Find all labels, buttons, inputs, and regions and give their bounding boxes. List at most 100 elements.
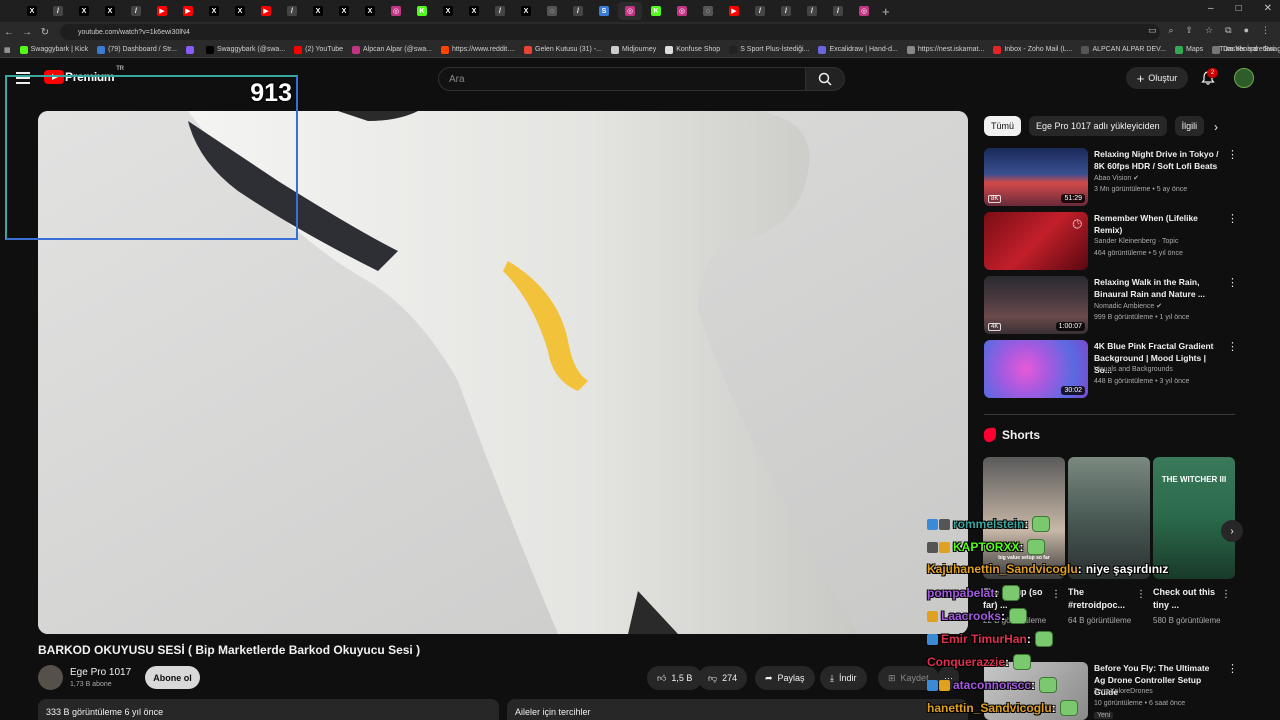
short-title[interactable]: Check out this tiny ... <box>1153 586 1225 612</box>
video-thumbnail[interactable]: 🕒︎ <box>984 212 1088 270</box>
browser-tab[interactable]: X <box>306 2 330 20</box>
browser-tab[interactable]: X <box>20 2 44 20</box>
recommendation-title[interactable]: Relaxing Walk in the Rain, Binaural Rain… <box>1094 276 1222 300</box>
browser-tab[interactable]: ◌ <box>540 2 564 20</box>
bookmark-item[interactable]: Swaggybark (@swa... <box>205 45 285 54</box>
search-button[interactable] <box>805 67 845 91</box>
short-title[interactable]: The #retroidpoc... <box>1068 586 1140 612</box>
browser-tab[interactable]: ◎ <box>384 2 408 20</box>
filter-chip[interactable]: Tümü <box>984 116 1022 136</box>
like-button[interactable]: 👍︎ 1,5 B <box>647 666 703 690</box>
browser-tab[interactable]: / <box>46 2 70 20</box>
bookmark-item[interactable]: ALPCAN ALPAR DEV... <box>1081 45 1166 54</box>
bookmark-item[interactable]: Midjourney <box>610 45 656 54</box>
share-button[interactable]: ➦ Paylaş <box>755 666 815 690</box>
subscribe-button[interactable]: Abone ol <box>145 666 200 689</box>
user-avatar[interactable] <box>1234 68 1254 88</box>
bookmark-item[interactable] <box>185 45 197 54</box>
bookmark-item[interactable]: Inbox - Zoho Mail (L... <box>993 45 1072 54</box>
cast-icon[interactable]: ▭ <box>1148 25 1157 36</box>
browser-tab[interactable]: ◎ <box>670 2 694 20</box>
url-bar[interactable]: youtube.com/watch?v=1k6ewi30lN4 <box>60 24 1160 40</box>
forward-arrow-icon[interactable]: → <box>18 27 36 38</box>
browser-tab[interactable]: K <box>644 2 668 20</box>
browser-tab[interactable]: ◌ <box>696 2 720 20</box>
more-options-icon[interactable]: ⋮ <box>1221 589 1231 600</box>
bookmark-item[interactable]: (79) Dashboard / Str... <box>97 45 177 54</box>
recommendation-title[interactable]: Remember When (Lifelike Remix) <box>1094 212 1222 236</box>
browser-tab[interactable]: X <box>228 2 252 20</box>
more-options-icon[interactable]: ⋮ <box>1227 340 1238 353</box>
video-thumbnail[interactable]: 30:02 <box>984 340 1088 398</box>
video-thumbnail[interactable]: 1:00:07 4K <box>984 276 1088 334</box>
recommendation-item[interactable]: 1:00:07 4K Relaxing Walk in the Rain, Bina… <box>984 276 1246 336</box>
recommendation-item[interactable]: 51:29 8K Relaxing Night Drive in Tokyo / 8… <box>984 148 1246 208</box>
browser-tab[interactable]: / <box>774 2 798 20</box>
recommendation-channel[interactable]: TerraXploreDrones <box>1094 688 1153 695</box>
browser-tab[interactable]: / <box>124 2 148 20</box>
close-window-button[interactable]: ✕ <box>1264 3 1272 14</box>
zoom-icon[interactable]: ⌕ <box>1168 25 1173 36</box>
recommendation-channel[interactable]: Sander Kleinenberg · Topic <box>1094 238 1178 245</box>
recommendation-channel[interactable]: Visuals and Backgrounds <box>1094 366 1173 373</box>
reload-icon[interactable]: ↻ <box>36 27 54 38</box>
bookmark-item[interactable]: Gelen Kutusu (31) -... <box>524 45 602 54</box>
download-button[interactable]: ⤓ İndir <box>820 666 867 690</box>
browser-tab[interactable]: X <box>358 2 382 20</box>
browser-menu-icon[interactable]: ⋮ <box>1261 25 1270 36</box>
browser-tab[interactable]: X <box>332 2 356 20</box>
more-options-icon[interactable]: ⋮ <box>1227 662 1238 675</box>
browser-tab[interactable]: / <box>826 2 850 20</box>
short-thumbnail[interactable]: THE WITCHER III <box>1153 457 1235 579</box>
bookmark-item[interactable]: Alpcan Alpar (@swa... <box>352 45 432 54</box>
bookmark-item[interactable]: Konfuse Shop <box>665 45 720 54</box>
more-options-icon[interactable]: ⋮ <box>1227 212 1238 225</box>
browser-tab[interactable]: ◎ <box>852 2 876 20</box>
more-options-icon[interactable]: ⋮ <box>1227 276 1238 289</box>
new-tab-button[interactable]: + <box>882 4 890 19</box>
browser-tab[interactable]: ▶ <box>176 2 200 20</box>
channel-name[interactable]: Ege Pro 1017 <box>70 667 131 678</box>
browser-tab[interactable]: ◎ <box>618 2 642 20</box>
browser-tab[interactable]: X <box>202 2 226 20</box>
dislike-button[interactable]: 👎︎ 274 <box>698 666 748 690</box>
bookmark-item[interactable]: Maps <box>1174 45 1203 54</box>
browser-tab[interactable]: K <box>410 2 434 20</box>
bookmark-item[interactable]: Excalidraw | Hand-d... <box>818 45 898 54</box>
filter-chip[interactable]: İlgili <box>1174 116 1205 136</box>
watch-later-icon[interactable]: 🕒︎ <box>1070 216 1086 233</box>
chevron-right-icon[interactable]: › <box>1214 120 1218 134</box>
bookmark-item[interactable]: (2) YouTube <box>294 45 343 54</box>
browser-tab[interactable]: / <box>566 2 590 20</box>
all-bookmarks[interactable]: Tüm Yer İşaretleri <box>1219 46 1274 53</box>
recommendation-item[interactable]: 30:02 4K Blue Pink Fractal Gradient Backg… <box>984 340 1246 400</box>
browser-tab[interactable]: X <box>514 2 538 20</box>
browser-tab[interactable]: / <box>488 2 512 20</box>
more-options-icon[interactable]: ⋮ <box>1051 589 1061 600</box>
extensions-icon[interactable]: ⧉ <box>1225 25 1231 36</box>
recommendation-channel[interactable]: Abao Vision ✔ <box>1094 174 1139 182</box>
recommendation-channel[interactable]: Nomadic Ambience ✔ <box>1094 302 1162 310</box>
browser-tab[interactable]: / <box>800 2 824 20</box>
browser-tab[interactable]: / <box>280 2 304 20</box>
video-thumbnail[interactable]: 51:29 8K <box>984 148 1088 206</box>
more-options-icon[interactable]: ⋮ <box>1136 589 1146 600</box>
family-preferences-box[interactable]: Aileler için tercihler <box>507 699 968 720</box>
profile-icon[interactable]: ● <box>1244 25 1249 36</box>
recommendation-item[interactable]: 🕒︎ Remember When (Lifelike Remix) Sander K… <box>984 212 1246 272</box>
channel-avatar[interactable] <box>38 665 63 690</box>
bookmark-item[interactable]: S Sport Plus-İstediği... <box>729 45 809 54</box>
browser-tab[interactable]: ▶ <box>722 2 746 20</box>
browser-tab[interactable]: X <box>462 2 486 20</box>
bookmark-item[interactable]: Swaggybark | Kick <box>19 45 88 54</box>
shorts-next-button[interactable]: › <box>1221 520 1243 542</box>
bookmark-item[interactable]: https://nest.iskarnat... <box>906 45 984 54</box>
more-options-icon[interactable]: ⋮ <box>1227 148 1238 161</box>
filter-chip[interactable]: Ege Pro 1017 adlı yükleyiciden <box>1029 116 1167 136</box>
short-thumbnail[interactable] <box>1068 457 1150 579</box>
browser-tab[interactable]: X <box>72 2 96 20</box>
browser-tab[interactable]: / <box>748 2 772 20</box>
description-box[interactable]: 333 B görüntüleme 6 yıl önce <box>38 699 499 720</box>
browser-tab[interactable]: ▶ <box>254 2 278 20</box>
search-input[interactable]: Ara <box>438 67 806 91</box>
